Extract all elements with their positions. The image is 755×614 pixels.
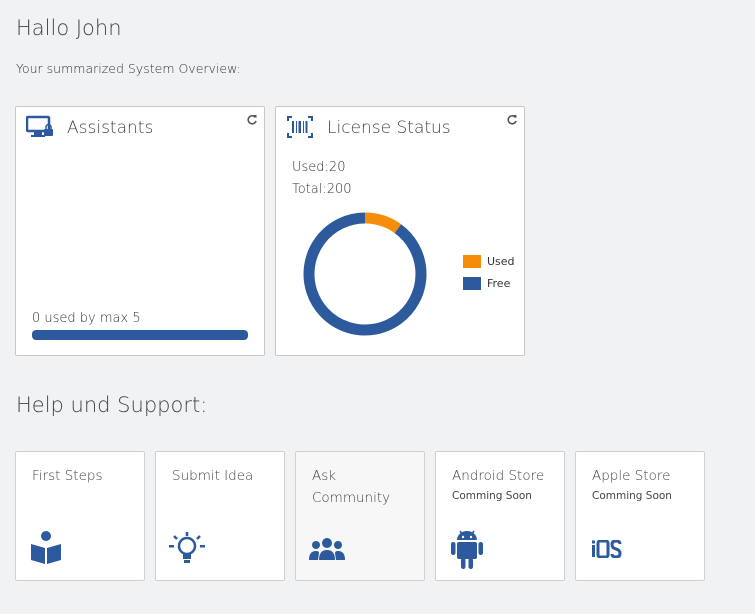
tile-label: Submit Idea [172, 468, 254, 484]
refresh-icon[interactable] [506, 111, 518, 125]
tile-label: Android Store [452, 468, 545, 484]
legend-item-free: Free [463, 277, 510, 290]
ios-icon [592, 539, 622, 562]
lightbulb-icon [167, 532, 207, 572]
assistants-title: Assistants [67, 118, 154, 138]
license-donut-chart [303, 212, 427, 336]
android-icon [450, 528, 484, 574]
book-reader-icon [29, 530, 63, 570]
page-greeting: Hallo John [16, 16, 122, 40]
donut-slice-used [364, 212, 402, 234]
monitor-lock-icon [25, 115, 54, 143]
assistants-usage-text: 0 used by max 5 [32, 311, 141, 326]
license-card: License Status Used:20 Total:200 Used Fr… [275, 106, 525, 356]
assistants-card: Assistants 0 used by max 5 [15, 106, 265, 356]
assistants-usage-bar [32, 330, 248, 340]
donut-slice-free [303, 212, 427, 336]
tile-label: Ask Community [312, 468, 391, 506]
tile-submit-idea[interactable]: Submit Idea [155, 451, 285, 581]
legend-label-used: Used [487, 255, 515, 268]
tile-label: Apple Store [592, 468, 671, 484]
tile-sublabel: Comming Soon [452, 490, 532, 502]
tile-label: First Steps [32, 468, 103, 484]
help-support-title: Help und Support: [16, 393, 208, 417]
refresh-icon[interactable] [246, 111, 258, 125]
tile-first-steps[interactable]: First Steps [15, 451, 145, 581]
tile-apple-store[interactable]: Apple Store Comming Soon [575, 451, 705, 581]
legend-swatch-free [463, 277, 481, 290]
tile-sublabel: Comming Soon [592, 490, 672, 502]
legend-label-free: Free [487, 277, 511, 290]
users-icon [308, 536, 346, 566]
license-used-text: Used:20 [292, 160, 346, 175]
legend-swatch-used [463, 255, 481, 268]
legend-item-used: Used [463, 255, 515, 268]
barcode-icon [286, 115, 314, 143]
tile-ask-community[interactable]: Ask Community [295, 451, 425, 581]
license-title: License Status [327, 118, 451, 138]
license-total-text: Total:200 [292, 182, 352, 197]
page-subtitle: Your summarized System Overview: [16, 61, 241, 76]
tile-android-store[interactable]: Android Store Comming Soon [435, 451, 565, 581]
